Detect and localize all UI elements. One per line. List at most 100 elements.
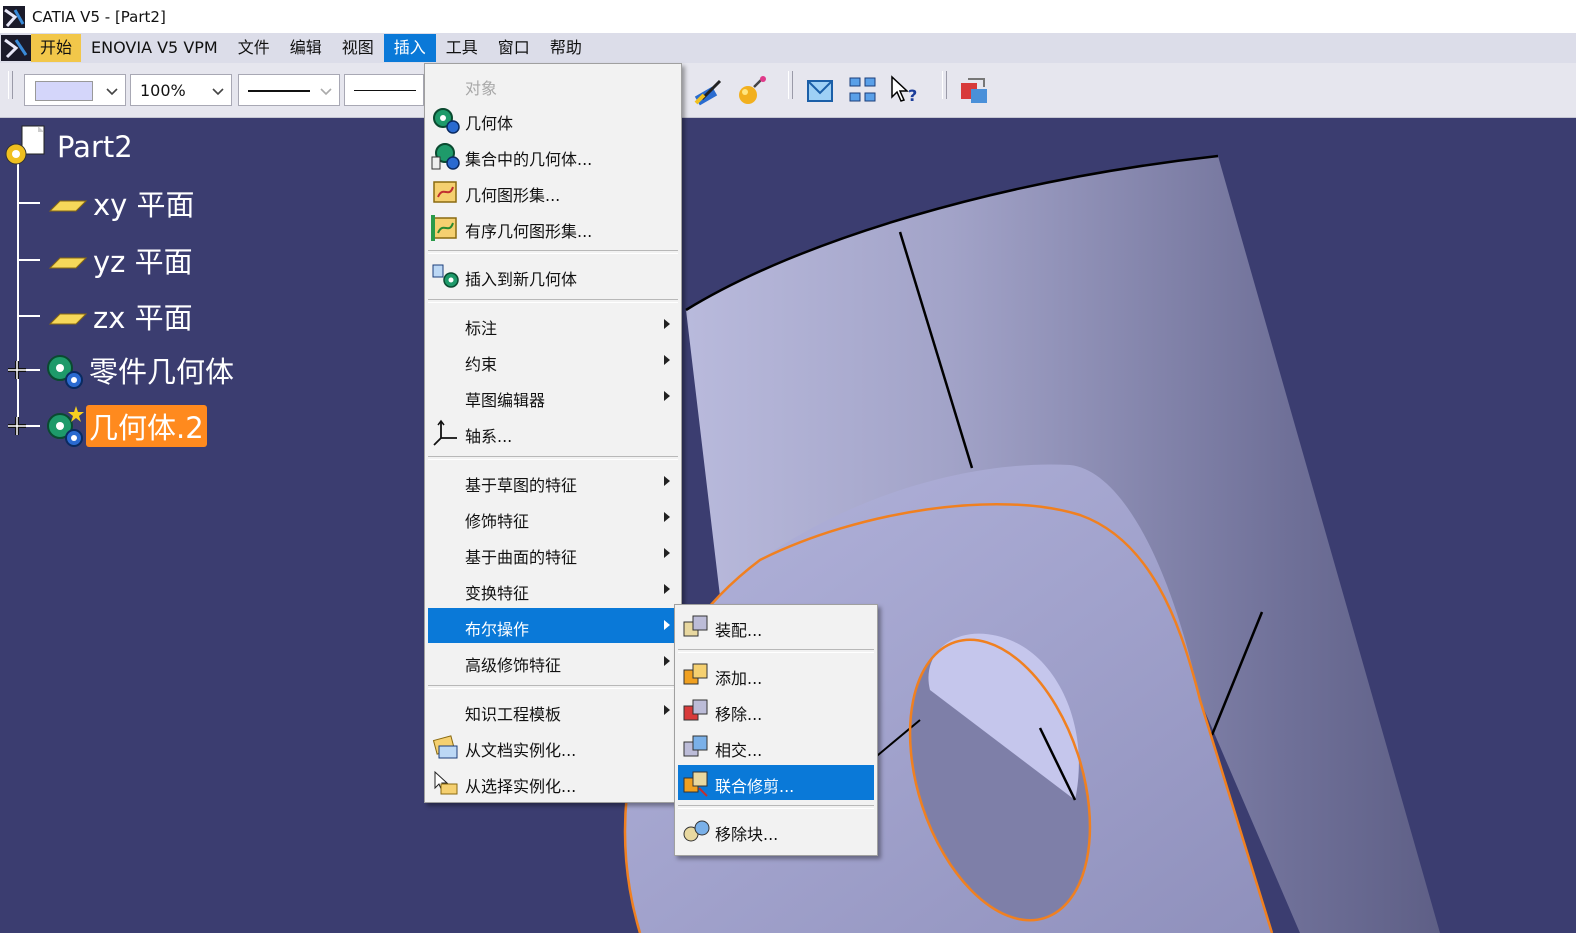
menu-item-label: 从文档实例化... xyxy=(465,741,577,760)
menu-edit[interactable]: 编辑 xyxy=(280,34,332,62)
whats-this-icon[interactable]: ? xyxy=(888,73,922,107)
menu-item-union-trim[interactable]: 联合修剪... xyxy=(678,765,874,800)
remove-icon xyxy=(683,699,708,721)
tree-label: 零件几何体 xyxy=(89,355,235,389)
plane-icon xyxy=(48,200,88,212)
menu-item-label: 相交... xyxy=(715,741,763,760)
menu-item-label: 标注 xyxy=(465,319,498,338)
menu-insert[interactable]: 插入 xyxy=(383,34,436,62)
line-type-combo[interactable] xyxy=(344,74,424,106)
menu-item-label: 布尔操作 xyxy=(465,620,530,639)
body-gear-icon xyxy=(47,406,84,447)
menu-item-label: 基于草图的特征 xyxy=(465,476,578,495)
expand-plus-icon[interactable] xyxy=(4,357,30,383)
menu-item-intersect[interactable]: 相交... xyxy=(678,729,874,764)
menu-item-knowledge-templates[interactable]: 知识工程模板 xyxy=(428,693,678,728)
tree-root-part2[interactable]: Part2 xyxy=(2,124,136,170)
tree-label: zx 平面 xyxy=(93,301,193,335)
menu-item-label: 联合修剪... xyxy=(715,777,795,796)
line-sample xyxy=(354,90,416,91)
menu-view[interactable]: 视图 xyxy=(332,34,384,62)
menu-separator xyxy=(428,250,678,254)
tree-item-part-body[interactable]: 零件几何体 xyxy=(4,348,237,392)
tree-item-zx-plane[interactable]: zx 平面 xyxy=(44,295,196,337)
window-title: CATIA V5 - [Part2] xyxy=(32,7,166,26)
menu-help[interactable]: 帮助 xyxy=(540,34,592,62)
sphere-wand-icon[interactable] xyxy=(734,73,768,107)
toolbar-grip[interactable] xyxy=(788,71,793,99)
menu-window[interactable]: 窗口 xyxy=(488,34,540,62)
transparency-combo[interactable]: 100% xyxy=(130,74,232,106)
submenu-arrow-icon xyxy=(664,391,670,401)
menu-item-transformation-features[interactable]: 变换特征 xyxy=(428,572,678,607)
menu-item-label: 草图编辑器 xyxy=(465,391,546,410)
menu-item-assemble[interactable]: 装配... xyxy=(678,609,874,644)
fill-color-combo[interactable] xyxy=(24,74,126,106)
painter-icon[interactable] xyxy=(692,73,726,107)
chevron-down-icon xyxy=(106,88,118,96)
line-thickness-combo[interactable] xyxy=(238,74,340,106)
body-in-set-icon xyxy=(431,143,460,170)
title-bar: CATIA V5 - [Part2] xyxy=(0,0,1576,33)
union-trim-icon xyxy=(683,771,708,797)
tree-label: Part2 xyxy=(57,130,133,164)
menu-item-instantiate-from-selection[interactable]: 从选择实例化... xyxy=(428,765,678,800)
menu-item-label: 高级修饰特征 xyxy=(465,656,562,675)
expand-plus-icon[interactable] xyxy=(4,413,30,439)
menu-separator xyxy=(678,649,874,653)
toolbar-grip[interactable] xyxy=(8,71,13,99)
menu-item-instantiate-from-document[interactable]: 从文档实例化... xyxy=(428,729,678,764)
menu-item-constraints[interactable]: 约束 xyxy=(428,343,678,378)
plane-icon xyxy=(48,313,88,325)
menu-item-sketch-based-features[interactable]: 基于草图的特征 xyxy=(428,464,678,499)
line-sample xyxy=(248,90,310,92)
chevron-down-icon xyxy=(320,88,332,96)
transparency-value: 100% xyxy=(140,81,186,100)
menu-item-ordered-geometrical-set[interactable]: 有序几何图形集... xyxy=(428,210,678,245)
menu-item-remove[interactable]: 移除... xyxy=(678,693,874,728)
menu-item-annotations[interactable]: 标注 xyxy=(428,307,678,342)
envelope-icon[interactable] xyxy=(804,73,838,107)
tree-item-yz-plane[interactable]: yz 平面 xyxy=(44,239,196,281)
part-icon xyxy=(5,125,45,165)
menu-item-label: 移除块... xyxy=(715,825,779,844)
color-swatch xyxy=(35,81,93,101)
menu-item-label: 知识工程模板 xyxy=(465,705,562,724)
gallery-icon[interactable] xyxy=(958,73,992,107)
menu-item-add[interactable]: 添加... xyxy=(678,657,874,692)
body-gear-icon xyxy=(47,355,83,389)
menu-item-geometrical-set[interactable]: 几何图形集... xyxy=(428,174,678,209)
menu-item-insert-in-new-body[interactable]: 插入到新几何体 xyxy=(428,258,678,293)
menu-separator xyxy=(428,299,678,303)
menu-item-boolean-operations[interactable]: 布尔操作 xyxy=(428,608,678,643)
menu-item-dress-up-features[interactable]: 修饰特征 xyxy=(428,500,678,535)
menu-start[interactable]: 开始 xyxy=(31,34,82,62)
tree-item-xy-plane[interactable]: xy 平面 xyxy=(44,182,198,224)
intersect-icon xyxy=(683,735,708,757)
menu-item-label: 集合中的几何体... xyxy=(465,150,593,169)
menu-file[interactable]: 文件 xyxy=(228,34,280,62)
menu-item-sketcher[interactable]: 草图编辑器 xyxy=(428,379,678,414)
insert-new-body-icon xyxy=(432,264,459,288)
tree-label: yz 平面 xyxy=(93,245,193,279)
document-menu-icon[interactable] xyxy=(1,35,31,61)
menu-item-body[interactable]: 几何体 xyxy=(428,102,678,137)
menu-item-axis-system[interactable]: 轴系... xyxy=(428,415,678,450)
tree-item-body-2[interactable]: 几何体.2 xyxy=(4,404,207,448)
menu-item-advanced-dress-up[interactable]: 高级修饰特征 xyxy=(428,644,678,679)
grid-select-icon[interactable] xyxy=(846,73,880,107)
menu-item-label: 几何体 xyxy=(465,114,514,133)
menu-item-surface-based-features[interactable]: 基于曲面的特征 xyxy=(428,536,678,571)
menu-item-label: 几何图形集... xyxy=(465,186,561,205)
menu-item-remove-lump[interactable]: 移除块... xyxy=(678,813,874,848)
menu-tools[interactable]: 工具 xyxy=(436,34,488,62)
submenu-arrow-icon xyxy=(664,355,670,365)
submenu-arrow-icon xyxy=(664,512,670,522)
menu-item-label: 移除... xyxy=(715,705,763,724)
menu-enovia[interactable]: ENOVIA V5 VPM xyxy=(81,34,228,62)
submenu-arrow-icon xyxy=(664,319,670,329)
tree-label-selected: 几何体.2 xyxy=(86,405,207,447)
toolbar-grip[interactable] xyxy=(942,71,947,99)
menu-item-label: 轴系... xyxy=(465,427,513,446)
menu-item-body-in-set[interactable]: 集合中的几何体... xyxy=(428,138,678,173)
